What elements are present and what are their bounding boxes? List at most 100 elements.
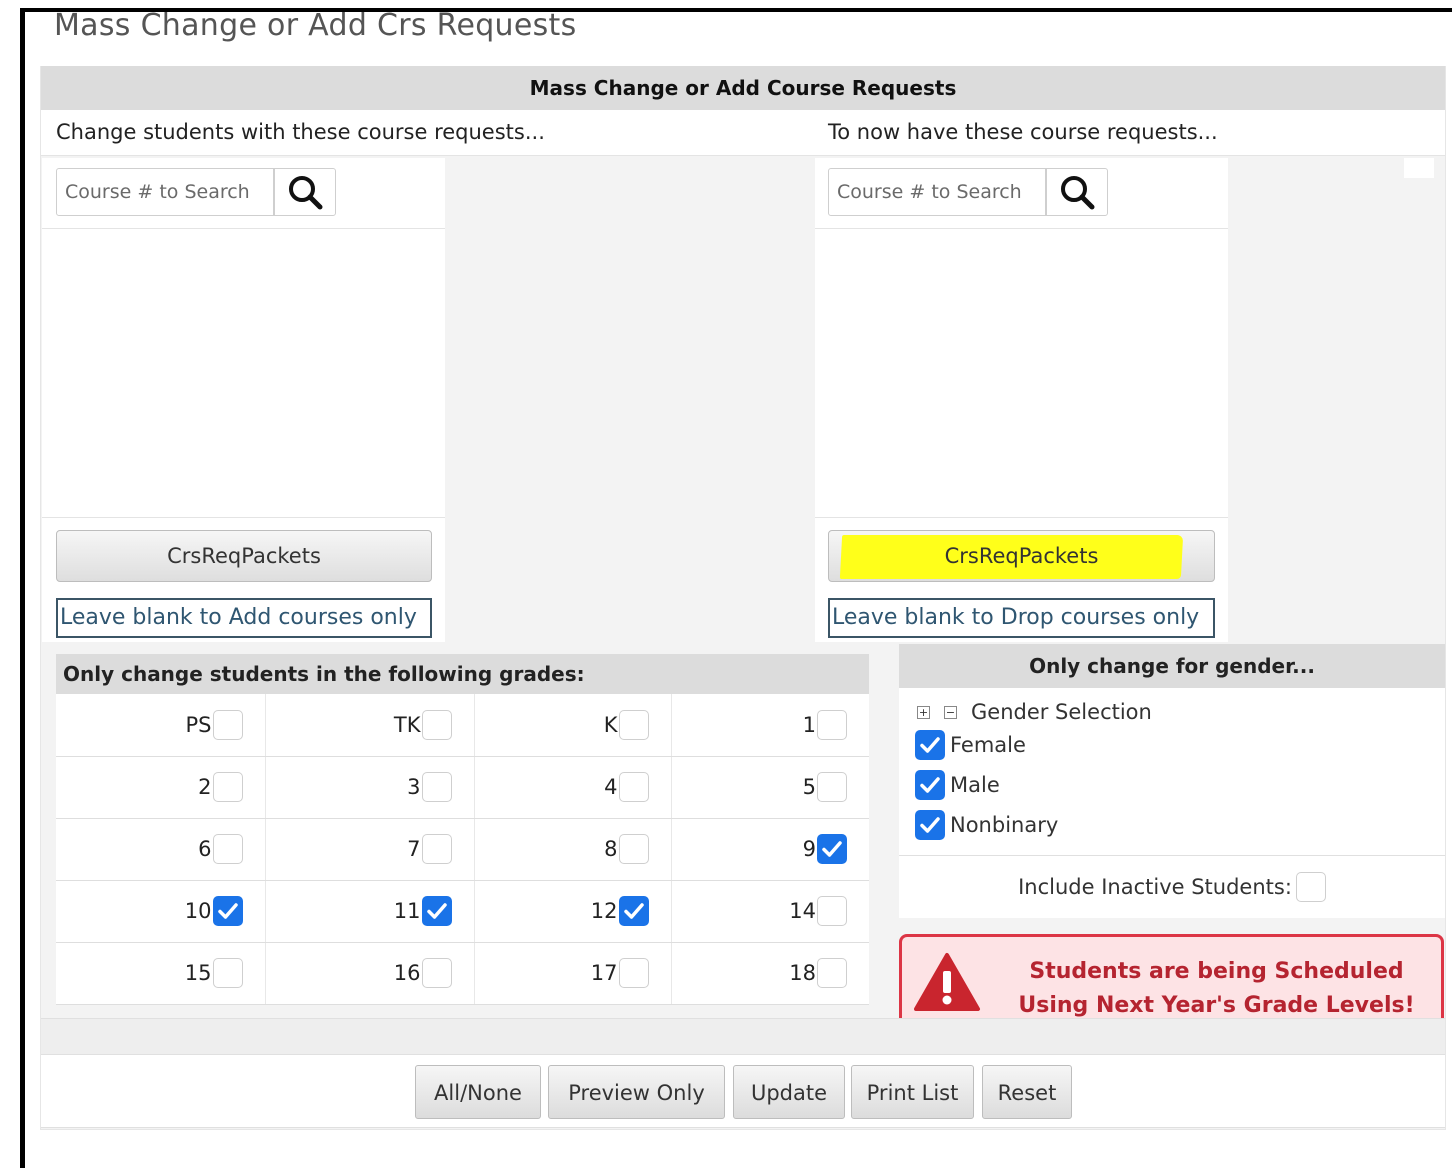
- grade-checkbox[interactable]: [817, 958, 847, 988]
- grade-checkbox[interactable]: [817, 709, 847, 740]
- gender-option-label: Nonbinary: [950, 813, 1059, 837]
- grade-cell: 11: [265, 880, 475, 943]
- grade-checkbox[interactable]: [421, 709, 452, 740]
- gender-option[interactable]: Female: [915, 730, 1026, 760]
- grade-label: 8: [604, 837, 618, 861]
- checkmark-icon: [920, 777, 940, 793]
- grade-label: 9: [802, 837, 816, 861]
- grades-row: 15 16 17 18: [56, 942, 869, 1005]
- grade-cell: 15: [56, 942, 266, 1005]
- grade-checkbox[interactable]: [421, 958, 452, 988]
- grade-cell: 12: [474, 880, 672, 943]
- grade-label: 10: [184, 899, 212, 923]
- grades-row: 10 11 12 14: [56, 880, 869, 943]
- grade-label: 12: [590, 899, 618, 923]
- page-title: Mass Change or Add Crs Requests: [54, 8, 577, 43]
- grade-label: 5: [802, 775, 816, 799]
- expand-icon[interactable]: +: [917, 705, 930, 719]
- checkmark-icon: [822, 841, 842, 857]
- right-search-button[interactable]: [1046, 168, 1108, 216]
- grade-cell: TK: [265, 694, 475, 757]
- grade-checkbox[interactable]: [817, 896, 847, 926]
- alert-line-1: Students are being Scheduled: [1029, 959, 1404, 984]
- grade-checkbox[interactable]: [618, 896, 649, 926]
- grade-label: 11: [393, 899, 421, 923]
- grade-checkbox[interactable]: [212, 834, 243, 864]
- collapse-icon[interactable]: −: [944, 705, 957, 719]
- grade-cell: 7: [265, 818, 475, 881]
- grade-cell: 18: [671, 942, 869, 1005]
- grade-cell: 9: [671, 818, 869, 881]
- gender-option-label: Female: [950, 733, 1026, 757]
- grade-cell: 5: [671, 756, 869, 819]
- checkmark-icon: [920, 737, 940, 753]
- right-packets-label: CrsReqPackets: [944, 544, 1099, 568]
- grade-checkbox[interactable]: [618, 958, 649, 988]
- gender-heading: Only change for gender...: [899, 644, 1445, 688]
- grade-label: 4: [604, 775, 618, 799]
- update-button[interactable]: Update: [733, 1065, 845, 1119]
- gender-tree-label: Gender Selection: [971, 700, 1152, 724]
- left-packets-button[interactable]: CrsReqPackets: [56, 530, 432, 582]
- print-list-button[interactable]: Print List: [851, 1065, 974, 1119]
- grade-checkbox[interactable]: [618, 772, 649, 802]
- grade-label: 6: [198, 837, 212, 861]
- gender-option[interactable]: Nonbinary: [915, 810, 1058, 840]
- grade-label: 2: [198, 775, 212, 799]
- grade-label: 14: [789, 899, 816, 923]
- gender-option[interactable]: Male: [915, 770, 1000, 800]
- right-course-list[interactable]: [815, 228, 1228, 518]
- grade-checkbox[interactable]: [212, 958, 243, 988]
- grade-label: 7: [407, 837, 421, 861]
- left-blank-hint: Leave blank to Add courses only: [56, 598, 432, 638]
- grade-label: 18: [789, 961, 816, 985]
- grade-cell: 10: [56, 880, 266, 943]
- search-icon: [289, 176, 323, 210]
- footer-strip: [41, 1018, 1445, 1054]
- right-packets-button[interactable]: CrsReqPackets: [828, 530, 1215, 582]
- grade-checkbox[interactable]: [212, 709, 243, 740]
- gender-panel: + − Gender Selection Female Male Nonbinary: [899, 688, 1445, 856]
- grade-cell: 14: [671, 880, 869, 943]
- grade-checkbox[interactable]: [212, 896, 243, 926]
- grade-checkbox[interactable]: [618, 709, 649, 740]
- grade-checkbox[interactable]: [421, 834, 452, 864]
- grade-checkbox[interactable]: [817, 772, 847, 802]
- section-headings: Change students with these course reques…: [41, 110, 1445, 156]
- grade-checkbox[interactable]: [817, 834, 847, 864]
- left-course-list[interactable]: [42, 228, 445, 518]
- grade-cell: 8: [474, 818, 672, 881]
- left-search-input[interactable]: [56, 168, 274, 216]
- include-inactive-checkbox[interactable]: [1295, 872, 1326, 902]
- left-packets-label: CrsReqPackets: [167, 544, 321, 568]
- grade-label: PS: [185, 712, 212, 737]
- grade-checkbox[interactable]: [421, 772, 452, 802]
- grade-cell: K: [474, 694, 672, 757]
- grades-row: 2 3 4 5: [56, 756, 869, 819]
- grade-cell: 2: [56, 756, 266, 819]
- grade-checkbox[interactable]: [421, 896, 452, 926]
- grade-cell: 17: [474, 942, 672, 1005]
- left-search-button[interactable]: [274, 168, 336, 216]
- gender-tree-root: + − Gender Selection: [917, 700, 1152, 724]
- grade-label: 3: [407, 775, 421, 799]
- right-blank-hint: Leave blank to Drop courses only: [828, 598, 1215, 638]
- checkmark-icon: [920, 817, 940, 833]
- grade-label: 17: [590, 961, 618, 985]
- grade-checkbox[interactable]: [212, 772, 243, 802]
- reset-button[interactable]: Reset: [982, 1065, 1072, 1119]
- gender-checkbox[interactable]: [915, 810, 945, 840]
- gender-checkbox[interactable]: [915, 730, 945, 760]
- grade-cell: 6: [56, 818, 266, 881]
- preview-only-button[interactable]: Preview Only: [548, 1065, 725, 1119]
- grade-checkbox[interactable]: [618, 834, 649, 864]
- grade-cell: 4: [474, 756, 672, 819]
- grade-cell: 3: [265, 756, 475, 819]
- left-heading: Change students with these course reques…: [56, 120, 545, 144]
- grade-label: 1: [802, 712, 816, 737]
- grade-label: K: [603, 712, 618, 737]
- right-search-input[interactable]: [828, 168, 1046, 216]
- checkmark-icon: [217, 903, 238, 919]
- all-none-button[interactable]: All/None: [415, 1065, 541, 1119]
- gender-checkbox[interactable]: [915, 770, 945, 800]
